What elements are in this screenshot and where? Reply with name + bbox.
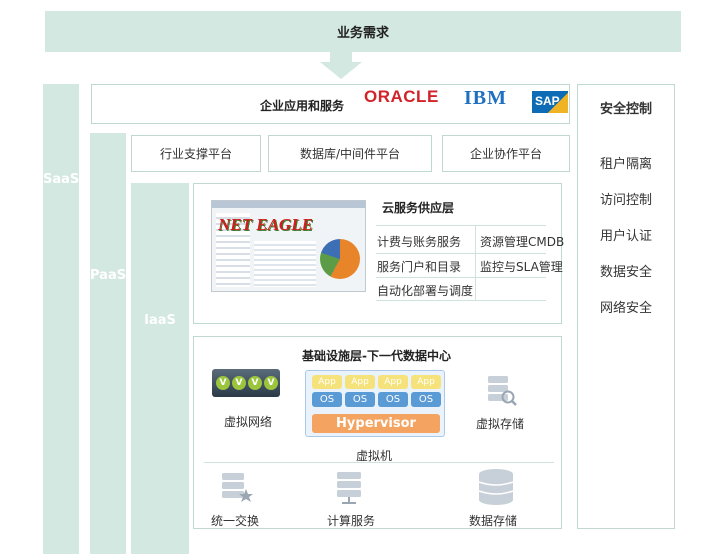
cloud-service-title: 云服务供应层 [382, 201, 455, 215]
virtual-network-icon: V V V V [212, 369, 280, 397]
service-automation: 自动化部署与调度 [377, 284, 474, 298]
sap-logo: SAP [532, 91, 568, 113]
security-network-security: 网络安全 [599, 301, 652, 316]
platform-enterprise-collaboration: 企业协作平台 [442, 135, 570, 172]
security-control-box: 安全控制 租户隔离 访问控制 用户认证 数据安全 网络安全 [577, 84, 675, 529]
virtual-storage-label: 虚拟存储 [476, 417, 525, 431]
service-portal-catalog: 服务门户和目录 [377, 260, 462, 274]
security-user-auth: 用户认证 [599, 229, 652, 244]
hypervisor-bar: Hypervisor [312, 414, 440, 433]
oracle-logo: ORACLE [364, 87, 439, 106]
infrastructure-layer-box: 基础设施层-下一代数据中心 V V V V 虚拟网络 App App App A… [193, 336, 562, 529]
compute-service-icon [337, 472, 361, 504]
security-access-control: 访问控制 [599, 193, 652, 208]
saas-layer-band [43, 84, 79, 554]
service-monitor-sla: 监控与SLA管理 [480, 260, 563, 274]
service-resource-cmdb: 资源管理CMDB [480, 235, 565, 249]
net-eagle-logo: NET EAGLE [218, 215, 313, 234]
service-billing: 计费与账务服务 [377, 235, 462, 249]
infrastructure-title: 基础设施层-下一代数据中心 [302, 349, 451, 363]
platform-database-middleware: 数据库/中间件平台 [268, 135, 432, 172]
enterprise-apps-box: 企业应用和服务 ORACLE IBM SAP [91, 84, 570, 124]
saas-layer-label: SaaS [43, 172, 80, 187]
unified-switching-label: 统一交换 [211, 514, 260, 528]
ibm-logo: IBM [464, 87, 507, 109]
platform-industry-support: 行业支撑平台 [131, 135, 261, 172]
paas-layer-label: PaaS [90, 268, 127, 283]
virtual-machine-graphic: App App App App OS OS OS OS Hypervisor [305, 370, 445, 437]
data-storage-icon [478, 469, 514, 505]
unified-switching-icon [222, 473, 253, 502]
security-data-security: 数据安全 [599, 265, 652, 280]
virtual-network-label: 虚拟网络 [224, 415, 273, 429]
compute-service-label: 计算服务 [327, 514, 376, 528]
business-demand-banner: 业务需求 [45, 11, 681, 52]
paas-layer-band [90, 133, 126, 554]
virtual-storage-icon [488, 376, 517, 406]
iaas-layer-band [131, 183, 189, 554]
down-arrow-icon [320, 52, 362, 79]
net-eagle-screenshot: NET EAGLE [211, 200, 366, 292]
cloud-service-layer-box: NET EAGLE 云服务供应层 计费与账务服务 资源管理CMDB 服务门户和目… [193, 183, 565, 324]
business-demand-label: 业务需求 [336, 26, 389, 41]
iaas-layer-label: IaaS [144, 313, 176, 328]
data-storage-label: 数据存储 [469, 514, 518, 528]
enterprise-apps-title: 企业应用和服务 [260, 99, 345, 113]
security-control-title: 安全控制 [599, 102, 652, 117]
security-tenant-isolation: 租户隔离 [599, 157, 652, 172]
